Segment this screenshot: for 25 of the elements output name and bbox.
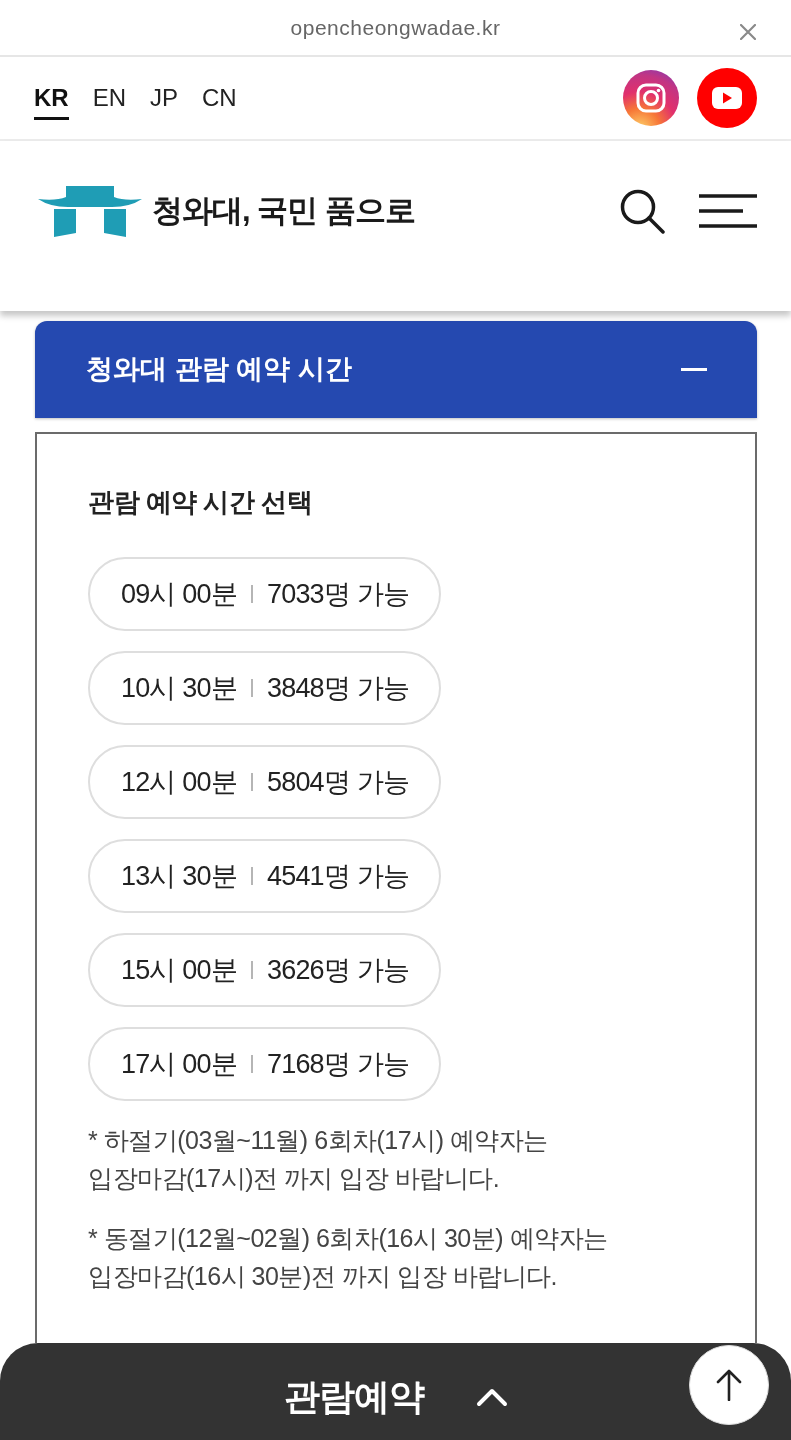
- time-slot-button[interactable]: 09시 00분 7033명 가능: [88, 557, 442, 631]
- close-icon[interactable]: [740, 24, 756, 40]
- notice-text: * 동절기(12월~02월) 6회차(16시 30분) 예약자는 입장마감(16시 30분)전 까지 입장 바랍니다.: [88, 1223, 609, 1292]
- url-text[interactable]: opencheongwadae.kr: [290, 11, 501, 44]
- time-slot-button[interactable]: 10시 30분 3848명 가능: [88, 651, 442, 725]
- instagram-icon[interactable]: [623, 70, 679, 126]
- notice-text: * 하절기(03월~11월) 6회차(17시) 예약자는 입장마감(17시)전 까지 입장 바랍니다.: [88, 1125, 549, 1194]
- bottom-bar-label[interactable]: 관람예약: [283, 1369, 424, 1424]
- time-slot-button[interactable]: 17시 00분 7168명 가능: [88, 1027, 442, 1101]
- language-tab[interactable]: JP: [150, 76, 179, 120]
- time-slot-button[interactable]: 12시 00분 5804명 가능: [88, 745, 442, 819]
- section-heading: 관람 예약 시간 선택: [88, 486, 314, 519]
- arrow-up-icon: [716, 1369, 742, 1401]
- gate-logo-icon[interactable]: [38, 185, 142, 237]
- language-tab[interactable]: EN: [92, 76, 126, 120]
- time-slot-button[interactable]: 15시 00분 3626명 가능: [88, 933, 442, 1007]
- menu-icon[interactable]: [699, 194, 757, 228]
- chevron-up-icon[interactable]: [475, 1386, 508, 1407]
- language-tab[interactable]: CN: [202, 76, 237, 120]
- time-slot-button[interactable]: 13시 30분 4541명 가능: [88, 839, 442, 913]
- youtube-icon[interactable]: [697, 68, 757, 128]
- accordion-header[interactable]: 청와대 관람 예약 시간: [35, 321, 757, 418]
- search-icon[interactable]: [619, 188, 665, 234]
- site-title[interactable]: 청와대, 국민 품으로: [152, 187, 415, 235]
- language-tab[interactable]: KR: [34, 76, 69, 120]
